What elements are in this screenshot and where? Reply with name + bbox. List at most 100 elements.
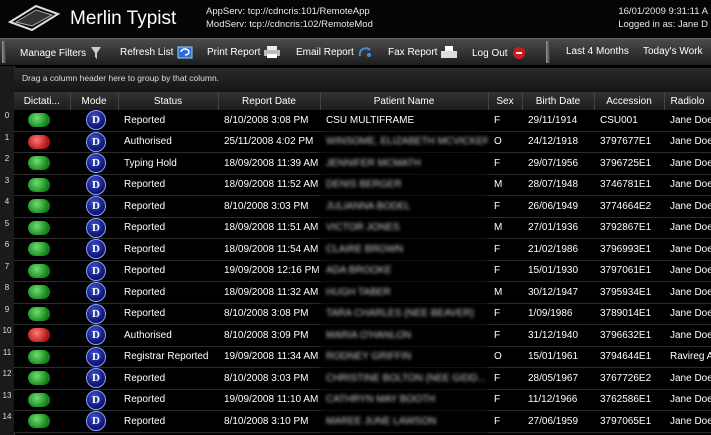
dictation-status-green-icon[interactable] [28,371,50,386]
accession-cell: 3797061E1 [594,260,664,282]
mode-cell: D [70,303,118,325]
dictation-cell[interactable] [14,238,70,261]
dictation-status-green-icon[interactable] [28,220,50,235]
mod-server-text: ModServ: tcp://cdncris:102/RemoteMod [206,19,373,30]
accession-cell: 3796993E1 [594,238,664,261]
row-number: 14 [2,412,12,421]
dictation-status-green-icon[interactable] [28,414,50,429]
status-cell: Reported [118,260,218,282]
mode-d-icon: D [86,196,106,217]
group-by-panel[interactable]: Drag a column header here to group by th… [14,68,711,92]
manage-filters-button[interactable]: Manage Filters [20,46,102,60]
table-row[interactable]: D Authorised 8/10/2008 3:09 PM MARIA O'HANL… [14,324,711,347]
dictation-cell[interactable] [14,281,70,304]
dictation-status-green-icon[interactable] [28,285,50,300]
birth-date-cell: 28/07/1948 [522,174,594,196]
dictation-cell[interactable] [14,346,70,368]
dictation-cell[interactable] [14,131,70,153]
row-number: 3 [4,175,10,185]
email-report-label: Email Report [296,46,354,58]
dictation-cell[interactable] [14,110,70,132]
dictation-status-red-icon[interactable] [28,134,50,149]
table-row[interactable]: D Reported 8/10/2008 3:03 PM JULIANNA BODEL… [14,195,711,218]
dictation-status-green-icon[interactable] [28,156,50,171]
last-4-months-button[interactable]: Last 4 Months [566,46,629,57]
column-header[interactable]: Sex [488,92,523,110]
status-cell: Registrar Reported [118,346,218,368]
logo-icon [7,4,61,32]
table-row[interactable]: D Reported 8/10/2008 3:03 PM CHRISTINE BOLT… [14,367,711,390]
dictation-cell[interactable] [14,324,70,347]
column-header[interactable]: Accession [594,92,665,110]
dictation-status-green-icon[interactable] [28,349,50,364]
report-date-cell: 18/09/2008 11:51 AM [218,217,320,239]
table-row[interactable]: D Registrar Reported 19/09/2008 11:34 AM RO… [14,346,711,368]
table-row[interactable]: D Reported 18/09/2008 11:52 AM DENIS BERGER… [14,174,711,196]
dictation-status-green-icon[interactable] [28,242,50,257]
radiologist-cell: Jane Doe [664,324,711,347]
column-header[interactable]: Patient Name [320,92,489,110]
dictation-cell[interactable] [14,410,70,433]
column-header[interactable]: Birth Date [522,92,595,110]
table-row[interactable]: D Reported 8/10/2008 3:08 PM CSU MULTIFRAME… [14,110,711,132]
logged-in-user: Logged in as: Jane D [618,19,708,30]
report-date-cell: 18/09/2008 11:54 AM [218,238,320,261]
table-row[interactable]: D Reported 19/09/2008 12:16 PM ADA BROOKE F 1… [14,260,711,282]
email-icon [358,47,371,57]
dictation-cell[interactable] [14,367,70,390]
birth-date-cell: 24/12/1918 [522,131,594,153]
table-row[interactable]: D Reported 18/09/2008 11:51 AM VICTOR JONES… [14,217,711,239]
column-header[interactable]: Radiolo [664,92,711,110]
birth-date-cell: 27/06/1959 [522,410,594,433]
merlin-typist-window: Merlin Typist AppServ: tcp://cdncris:101… [0,0,711,435]
dictation-status-green-icon[interactable] [28,177,50,192]
log-out-button[interactable]: Log Out [472,46,526,60]
table-row[interactable]: D Reported 18/09/2008 11:54 AM CLAIRE BROWN… [14,238,711,261]
table-row[interactable]: D Reported 19/09/2008 11:10 AM CATHRYN MAY … [14,389,711,411]
mode-d-icon: D [86,389,106,410]
dictation-status-green-icon[interactable] [28,392,50,407]
table-row[interactable]: D Reported 8/10/2008 3:08 PM TARA CHARLES (… [14,303,711,325]
todays-work-button[interactable]: Today's Work [643,46,703,57]
row-number: 11 [2,347,12,357]
dictation-cell[interactable] [14,303,70,325]
log-out-label: Log Out [472,47,508,59]
dictation-status-green-icon[interactable] [28,199,50,214]
dictation-status-green-icon[interactable] [28,306,50,321]
app-header: Merlin Typist AppServ: tcp://cdncris:101… [0,0,711,38]
accession-cell: 3762586E1 [594,389,664,411]
patient-name-cell: CATHRYN MAY BOOTH [320,389,488,411]
print-report-button[interactable]: Print Report [207,46,281,58]
mode-d-icon: D [86,282,106,303]
patient-name-cell: CSU MULTIFRAME [320,110,488,132]
report-date-cell: 18/09/2008 11:52 AM [218,174,320,196]
column-header[interactable]: Dictati... [14,92,71,110]
dictation-cell[interactable] [14,152,70,175]
birth-date-cell: 28/05/1967 [522,367,594,390]
refresh-list-button[interactable]: Refresh List [120,46,193,59]
dictation-cell[interactable] [14,174,70,196]
accession-cell: 3774664E2 [594,195,664,218]
dictation-status-green-icon[interactable] [28,263,50,278]
dictation-cell[interactable] [14,389,70,411]
table-row[interactable]: D Authorised 25/11/2008 4:02 PM WINSOME, EL… [14,131,711,153]
table-row[interactable]: D Reported 18/09/2008 11:32 AM HUGH TABER M 3… [14,281,711,304]
dictation-status-red-icon[interactable] [28,328,50,343]
fax-report-button[interactable]: Fax Report [388,46,458,58]
dictation-cell[interactable] [14,217,70,239]
status-cell: Typing Hold [118,152,218,175]
column-header[interactable]: Mode [70,92,119,110]
table-row[interactable]: D Reported 8/10/2008 3:10 PM MAREE JUNE LAW… [14,410,711,433]
column-header[interactable]: Status [118,92,219,110]
mode-cell: D [70,389,118,411]
dictation-cell[interactable] [14,260,70,282]
dictation-cell[interactable] [14,195,70,218]
table-row[interactable]: D Typing Hold 18/09/2008 11:39 AM JENNIFER … [14,152,711,175]
printer-icon [264,46,281,58]
column-header[interactable]: Report Date [218,92,321,110]
dictation-status-green-icon[interactable] [28,113,50,128]
status-cell: Reported [118,238,218,261]
row-number: 0 [4,111,10,120]
worklist-grid: Dictati... Mode Status Report Date Patient N… [14,92,711,435]
email-report-button[interactable]: Email Report [296,46,372,58]
